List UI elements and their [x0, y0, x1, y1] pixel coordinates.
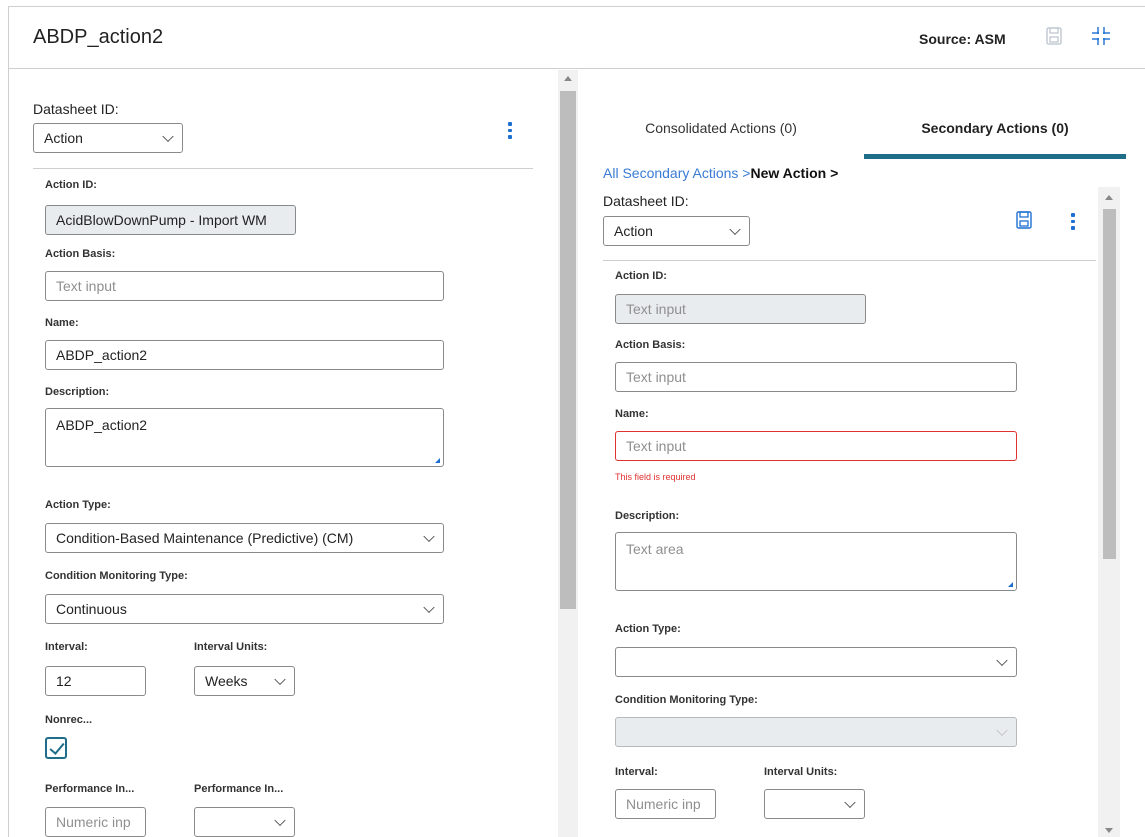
cm-type-select[interactable] — [615, 717, 1017, 747]
performance-interval-units-label: Performance In... — [194, 783, 284, 795]
chevron-down-icon — [996, 654, 1008, 667]
left-scrollbar[interactable] — [558, 70, 578, 837]
divider — [33, 168, 533, 169]
interval-units-label: Interval Units: — [194, 641, 268, 653]
active-tab-indicator — [864, 154, 1126, 159]
datasheet-id-value: Action — [614, 223, 653, 239]
cm-type-label: Condition Monitoring Type: — [615, 694, 758, 706]
more-options-icon[interactable] — [508, 122, 512, 142]
chevron-down-icon — [844, 796, 856, 809]
performance-interval-input[interactable]: Numeric inp — [45, 807, 146, 837]
action-type-value: Condition-Based Maintenance (Predictive)… — [56, 530, 354, 546]
chevron-down-icon — [423, 530, 435, 543]
action-basis-input[interactable]: Text input — [615, 362, 1017, 392]
action-basis-label: Action Basis: — [615, 339, 686, 351]
resize-handle-icon[interactable] — [435, 458, 440, 463]
action-type-select[interactable] — [615, 647, 1017, 677]
datasheet-id-select[interactable]: Action — [603, 216, 750, 246]
interval-input[interactable]: Numeric inp — [615, 789, 716, 819]
interval-units-select[interactable] — [764, 789, 865, 819]
description-placeholder: Text area — [626, 541, 684, 557]
action-id-label: Action ID: — [45, 179, 97, 191]
name-label: Name: — [45, 317, 79, 329]
interval-units-value: Weeks — [205, 673, 248, 689]
interval-units-label: Interval Units: — [764, 766, 838, 778]
description-textarea[interactable]: Text area — [615, 532, 1017, 591]
chevron-down-icon — [274, 673, 286, 686]
breadcrumb-current: New Action > — [750, 165, 839, 181]
name-input[interactable]: ABDP_action2 — [45, 340, 444, 370]
datasheet-id-select[interactable]: Action — [33, 123, 183, 153]
collapse-icon[interactable] — [1091, 26, 1111, 46]
name-error-text: This field is required — [615, 472, 696, 482]
resize-handle-icon[interactable] — [1008, 582, 1013, 587]
description-textarea[interactable]: ABDP_action2 — [45, 408, 444, 467]
source-label: Source: ASM — [919, 31, 1006, 47]
nonrec-label: Nonrec... — [45, 714, 93, 726]
chevron-down-icon — [274, 814, 286, 827]
chevron-down-icon — [729, 223, 741, 236]
page-header: ABDP_action2 Source: ASM — [8, 6, 1145, 69]
chevron-down-icon — [162, 130, 174, 143]
interval-input[interactable]: 12 — [45, 666, 146, 696]
nonrec-checkbox[interactable] — [45, 737, 67, 759]
action-type-label: Action Type: — [615, 623, 681, 635]
save-icon[interactable] — [1046, 27, 1062, 45]
cm-type-label: Condition Monitoring Type: — [45, 570, 188, 582]
name-label: Name: — [615, 408, 649, 420]
chevron-down-icon — [423, 601, 435, 614]
action-id-label: Action ID: — [615, 270, 667, 282]
datasheet-id-label: Datasheet ID: — [33, 101, 119, 117]
interval-units-select[interactable]: Weeks — [194, 666, 295, 696]
tab-consolidated-actions[interactable]: Consolidated Actions (0) — [578, 120, 864, 136]
performance-interval-label: Performance In... — [45, 783, 135, 795]
scroll-up-icon[interactable] — [564, 76, 572, 81]
scroll-down-icon[interactable] — [1105, 828, 1113, 833]
save-icon[interactable] — [1016, 211, 1032, 229]
description-value: ABDP_action2 — [56, 417, 148, 433]
cm-type-value: Continuous — [56, 601, 127, 617]
page-title: ABDP_action2 — [33, 26, 164, 48]
tab-secondary-actions[interactable]: Secondary Actions (0) — [864, 120, 1126, 136]
interval-label: Interval: — [615, 766, 658, 778]
interval-label: Interval: — [45, 641, 88, 653]
action-type-select[interactable]: Condition-Based Maintenance (Predictive)… — [45, 523, 444, 553]
more-options-icon[interactable] — [1071, 213, 1075, 233]
scroll-up-icon[interactable] — [1105, 195, 1113, 200]
action-type-label: Action Type: — [45, 499, 111, 511]
performance-interval-units-select[interactable] — [194, 807, 295, 837]
cm-type-select[interactable]: Continuous — [45, 594, 444, 624]
action-basis-input[interactable]: Text input — [45, 271, 444, 301]
breadcrumb: All Secondary Actions >New Action > — [603, 165, 838, 181]
right-panel: Consolidated Actions (0) Secondary Actio… — [578, 70, 1145, 837]
scrollbar-thumb[interactable] — [560, 91, 576, 609]
datasheet-id-label: Datasheet ID: — [603, 193, 689, 209]
action-basis-label: Action Basis: — [45, 248, 116, 260]
divider — [603, 260, 1096, 261]
breadcrumb-link[interactable]: All Secondary Actions > — [603, 165, 750, 181]
datasheet-id-value: Action — [44, 130, 83, 146]
name-input[interactable]: Text input — [615, 431, 1017, 461]
description-label: Description: — [45, 386, 110, 398]
scrollbar-thumb[interactable] — [1103, 209, 1116, 559]
action-id-input[interactable]: Text input — [615, 294, 866, 324]
chevron-down-icon — [996, 724, 1008, 737]
description-label: Description: — [615, 510, 680, 522]
action-id-input[interactable]: AcidBlowDownPump - Import WM — [45, 205, 296, 235]
left-panel: Datasheet ID: Action Action ID: AcidBlow… — [8, 70, 558, 837]
right-scrollbar[interactable] — [1098, 187, 1120, 837]
